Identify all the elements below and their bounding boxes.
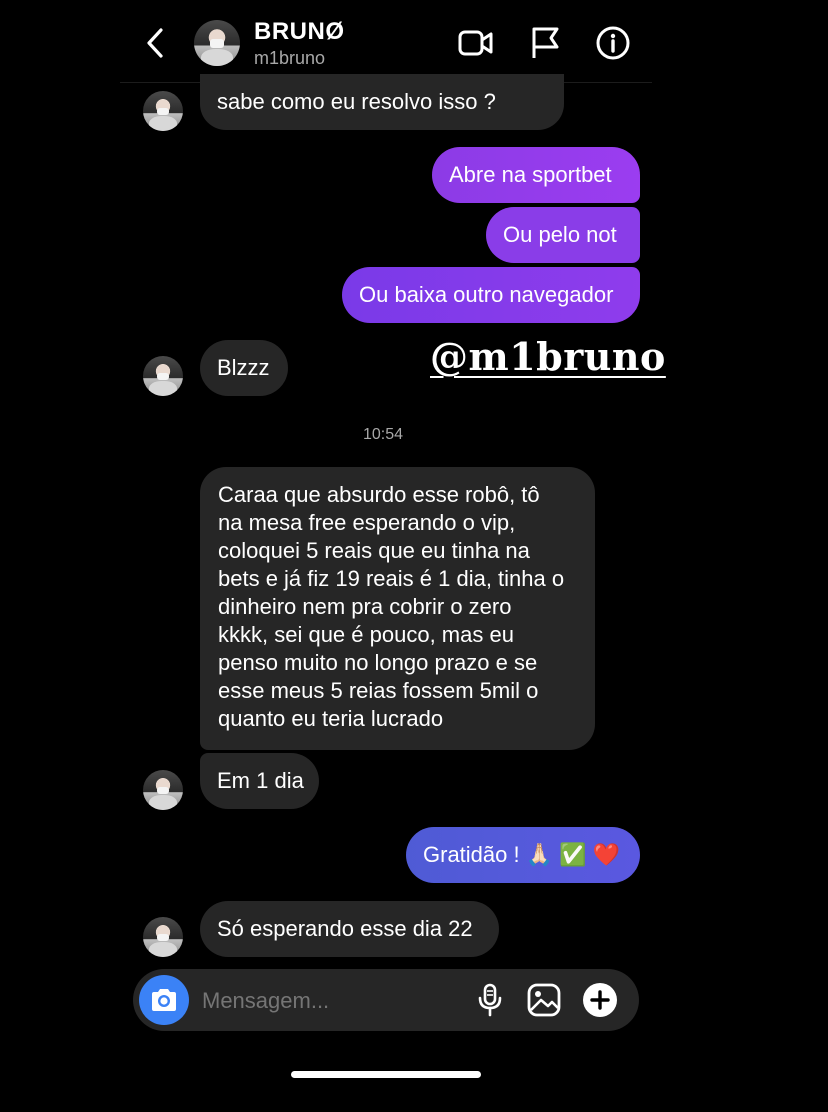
outgoing-message[interactable]: Gratidão ! 🙏🏻 ✅ ❤️	[406, 827, 640, 883]
info-button[interactable]	[595, 25, 631, 61]
contact-name[interactable]: BRUNØ	[254, 18, 345, 46]
sender-avatar[interactable]	[143, 917, 183, 957]
incoming-message[interactable]: Caraa que absurdo esse robô, tô na mesa …	[200, 467, 595, 750]
message-input[interactable]	[200, 980, 464, 1022]
gallery-icon	[527, 983, 561, 1017]
outgoing-message[interactable]: Ou baixa outro navegador	[342, 267, 640, 323]
outgoing-message[interactable]: Ou pelo not	[486, 207, 640, 263]
sender-avatar[interactable]	[143, 91, 183, 131]
outgoing-message[interactable]: Abre na sportbet	[432, 147, 640, 203]
back-chevron-icon	[147, 28, 163, 58]
header-avatar[interactable]	[194, 20, 240, 66]
camera-button[interactable]	[139, 975, 189, 1025]
sender-avatar[interactable]	[143, 770, 183, 810]
video-call-button[interactable]	[457, 26, 495, 60]
flag-icon	[532, 27, 559, 58]
report-button[interactable]	[528, 24, 562, 62]
sender-avatar[interactable]	[143, 356, 183, 396]
camera-icon	[152, 989, 176, 1011]
incoming-message[interactable]: sabe como eu resolvo isso ?	[200, 74, 564, 130]
incoming-message[interactable]: Só esperando esse dia 22	[200, 901, 499, 957]
watermark: @m1bruno	[430, 334, 666, 379]
add-button[interactable]	[582, 982, 618, 1018]
microphone-icon	[478, 983, 502, 1017]
timestamp: 10:54	[363, 426, 404, 443]
info-icon	[596, 26, 630, 60]
incoming-message[interactable]: Em 1 dia	[200, 753, 319, 809]
contact-username[interactable]: m1bruno	[254, 48, 325, 69]
add-icon	[583, 983, 617, 1017]
incoming-message[interactable]: Blzzz	[200, 340, 288, 396]
back-button[interactable]	[140, 26, 170, 60]
gallery-button[interactable]	[525, 981, 563, 1019]
voice-button[interactable]	[474, 982, 506, 1018]
home-indicator[interactable]	[291, 1071, 481, 1078]
video-camera-icon	[458, 30, 493, 56]
